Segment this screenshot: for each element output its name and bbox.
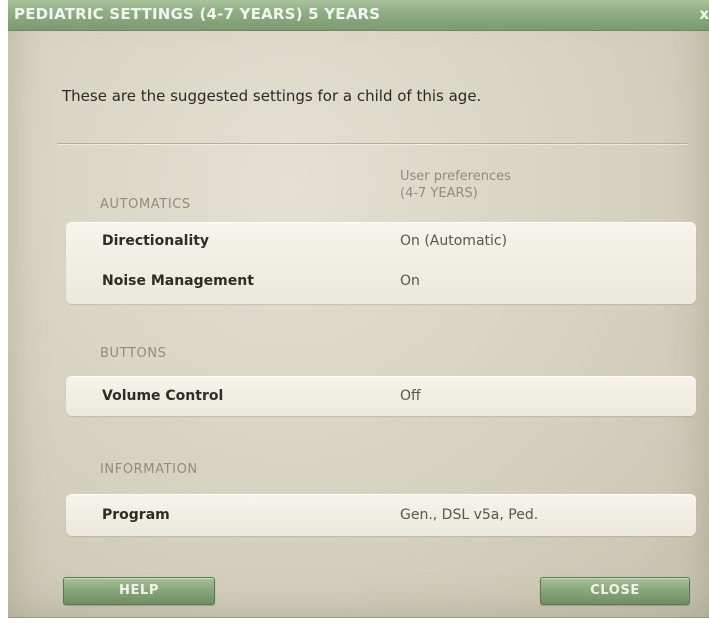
column-header-user-preferences: User preferences (4-7 YEARS) (400, 168, 511, 202)
setting-value: Gen., DSL v5a, Ped. (400, 507, 539, 523)
buttons-panel: Volume Control Off (66, 376, 696, 416)
column-header-line1: User preferences (400, 169, 511, 184)
window-title: PEDIATRIC SETTINGS (4-7 YEARS) 5 YEARS (14, 5, 381, 23)
close-button[interactable]: CLOSE (540, 577, 690, 605)
setting-name: Program (102, 507, 170, 523)
information-panel: Program Gen., DSL v5a, Ped. (66, 494, 696, 536)
setting-row-volume-control: Volume Control Off (66, 384, 696, 410)
setting-value: Off (400, 388, 421, 404)
setting-row-noise-management: Noise Management On (66, 269, 696, 295)
setting-value: On (Automatic) (400, 233, 508, 249)
title-bar: PEDIATRIC SETTINGS (4-7 YEARS) 5 YEARS x (8, 0, 709, 31)
section-label-buttons: BUTTONS (100, 346, 167, 361)
setting-value: On (400, 273, 420, 289)
section-label-automatics: AUTOMATICS (100, 197, 191, 212)
setting-row-directionality: Directionality On (Automatic) (66, 229, 696, 255)
intro-text: These are the suggested settings for a c… (62, 87, 482, 105)
setting-name: Noise Management (102, 273, 254, 289)
setting-name: Volume Control (102, 388, 224, 404)
help-button[interactable]: HELP (63, 577, 215, 605)
automatics-panel: Directionality On (Automatic) Noise Mana… (66, 222, 696, 304)
pediatric-settings-dialog: PEDIATRIC SETTINGS (4-7 YEARS) 5 YEARS x… (8, 0, 709, 618)
column-header-line2: (4-7 YEARS) (400, 186, 478, 201)
divider (58, 143, 688, 144)
close-icon[interactable]: x (699, 5, 709, 23)
section-label-information: INFORMATION (100, 462, 198, 477)
setting-row-program: Program Gen., DSL v5a, Ped. (66, 503, 696, 529)
setting-name: Directionality (102, 233, 210, 249)
